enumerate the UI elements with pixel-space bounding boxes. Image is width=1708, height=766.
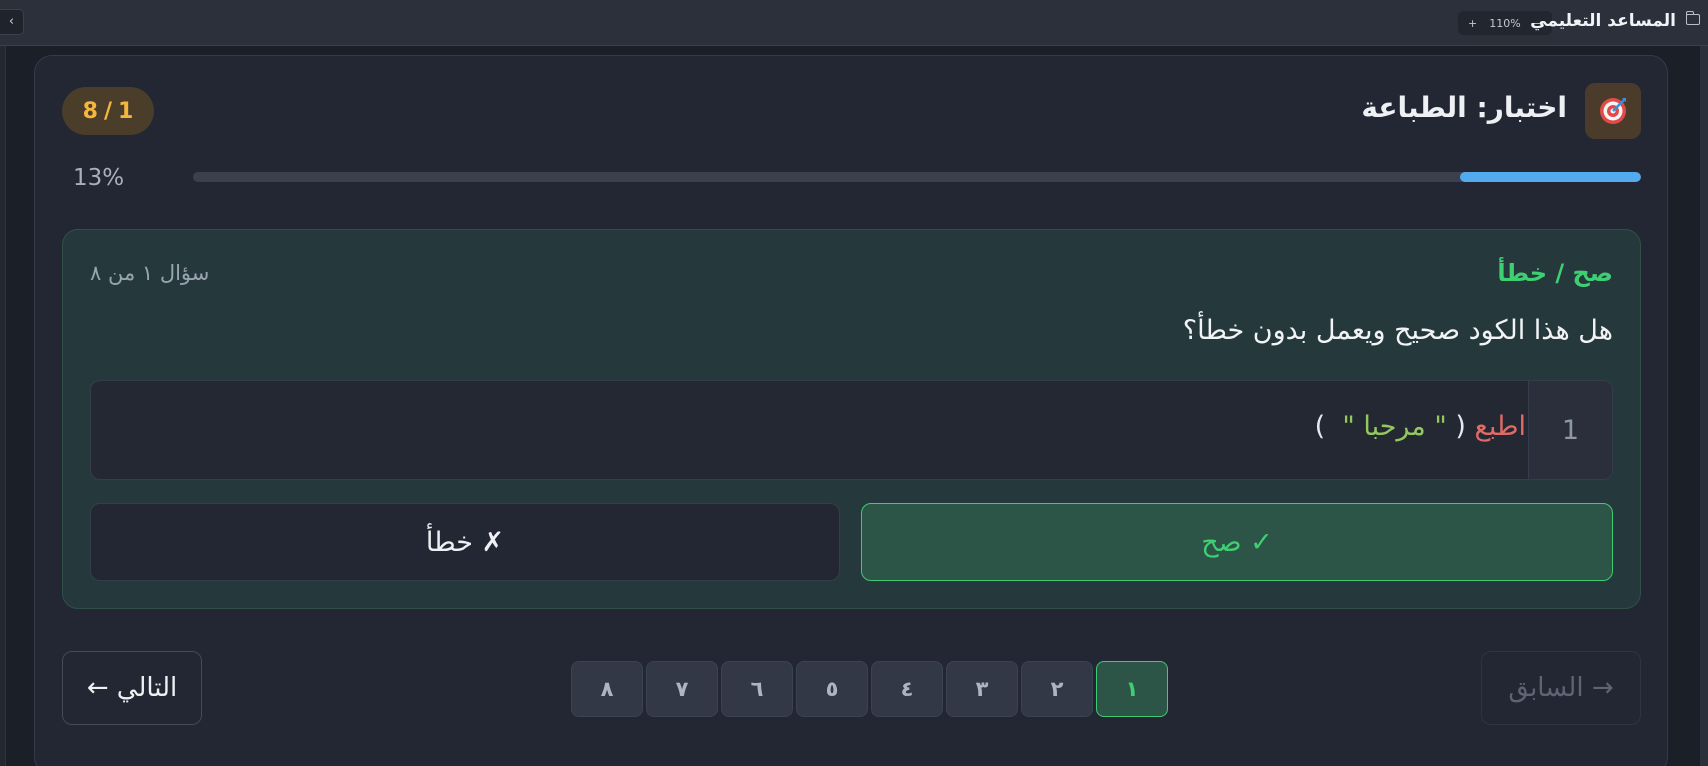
- page-button-5[interactable]: ٥: [796, 661, 868, 717]
- page-button-4[interactable]: ٤: [871, 661, 943, 717]
- question-type-label: صح / خطأ: [1497, 259, 1613, 287]
- title-bar: ‹ + 110% − المساعد التعليمي: [0, 0, 1708, 46]
- answer-options: صح ✓ خطأ ✗: [90, 503, 1613, 581]
- target-icon: [1585, 83, 1641, 139]
- quiz-card: اختبار: الطباعة 8 / 1 13% صح / خطأ سؤال …: [34, 55, 1668, 766]
- false-answer-button[interactable]: خطأ ✗: [90, 503, 840, 581]
- question-number: سؤال ١ من ٨: [90, 261, 210, 285]
- zoom-level: 110%: [1489, 16, 1521, 30]
- folder-icon[interactable]: [1685, 11, 1700, 25]
- app-title: المساعد التعليمي: [1530, 11, 1676, 31]
- previous-button[interactable]: → السابق: [1481, 651, 1641, 725]
- question-counter-badge: 8 / 1: [62, 87, 154, 135]
- code-block: 1 اطبع ( " مرحبا " ): [90, 380, 1613, 480]
- quiz-header: اختبار: الطباعة 8 / 1: [62, 83, 1641, 139]
- counter-current: 1: [118, 98, 134, 124]
- code-keyword: اطبع: [1474, 411, 1526, 442]
- page-button-8[interactable]: ٨: [571, 661, 643, 717]
- question-pager: ١٢٣٤٥٦٧٨: [520, 661, 1168, 717]
- page-button-2[interactable]: ٢: [1021, 661, 1093, 717]
- page-button-1[interactable]: ١: [1096, 661, 1168, 717]
- true-answer-button[interactable]: صح ✓: [861, 503, 1613, 581]
- page-button-6[interactable]: ٦: [721, 661, 793, 717]
- left-panel-edge: [0, 46, 6, 766]
- counter-total: 8: [82, 98, 98, 124]
- code-line: اطبع ( " مرحبا " ): [1315, 411, 1526, 442]
- navigation-row: التالي ← ١٢٣٤٥٦٧٨ → السابق: [62, 651, 1641, 725]
- code-close-paren: ): [1314, 411, 1343, 442]
- code-string: " مرحبا ": [1342, 411, 1447, 442]
- page-button-3[interactable]: ٣: [946, 661, 1018, 717]
- line-number: 1: [1528, 381, 1612, 479]
- question-text: هل هذا الكود صحيح ويعمل بدون خطأ؟: [1182, 315, 1613, 346]
- quiz-title: اختبار: الطباعة: [1361, 91, 1567, 124]
- progress-percent: 13%: [73, 165, 125, 191]
- zoom-in-button[interactable]: +: [1468, 17, 1477, 30]
- sidebar-toggle-button[interactable]: ‹: [0, 9, 24, 35]
- progress-row: 13%: [73, 165, 1641, 191]
- scrollbar[interactable]: [1700, 46, 1708, 766]
- question-panel: صح / خطأ سؤال ١ من ٨ هل هذا الكود صحيح و…: [62, 229, 1641, 609]
- next-button[interactable]: التالي ←: [62, 651, 202, 725]
- code-open-paren: (: [1446, 411, 1475, 442]
- counter-separator: /: [103, 98, 113, 124]
- page-button-7[interactable]: ٧: [646, 661, 718, 717]
- progress-bar: [193, 172, 1641, 182]
- progress-fill: [1460, 172, 1641, 182]
